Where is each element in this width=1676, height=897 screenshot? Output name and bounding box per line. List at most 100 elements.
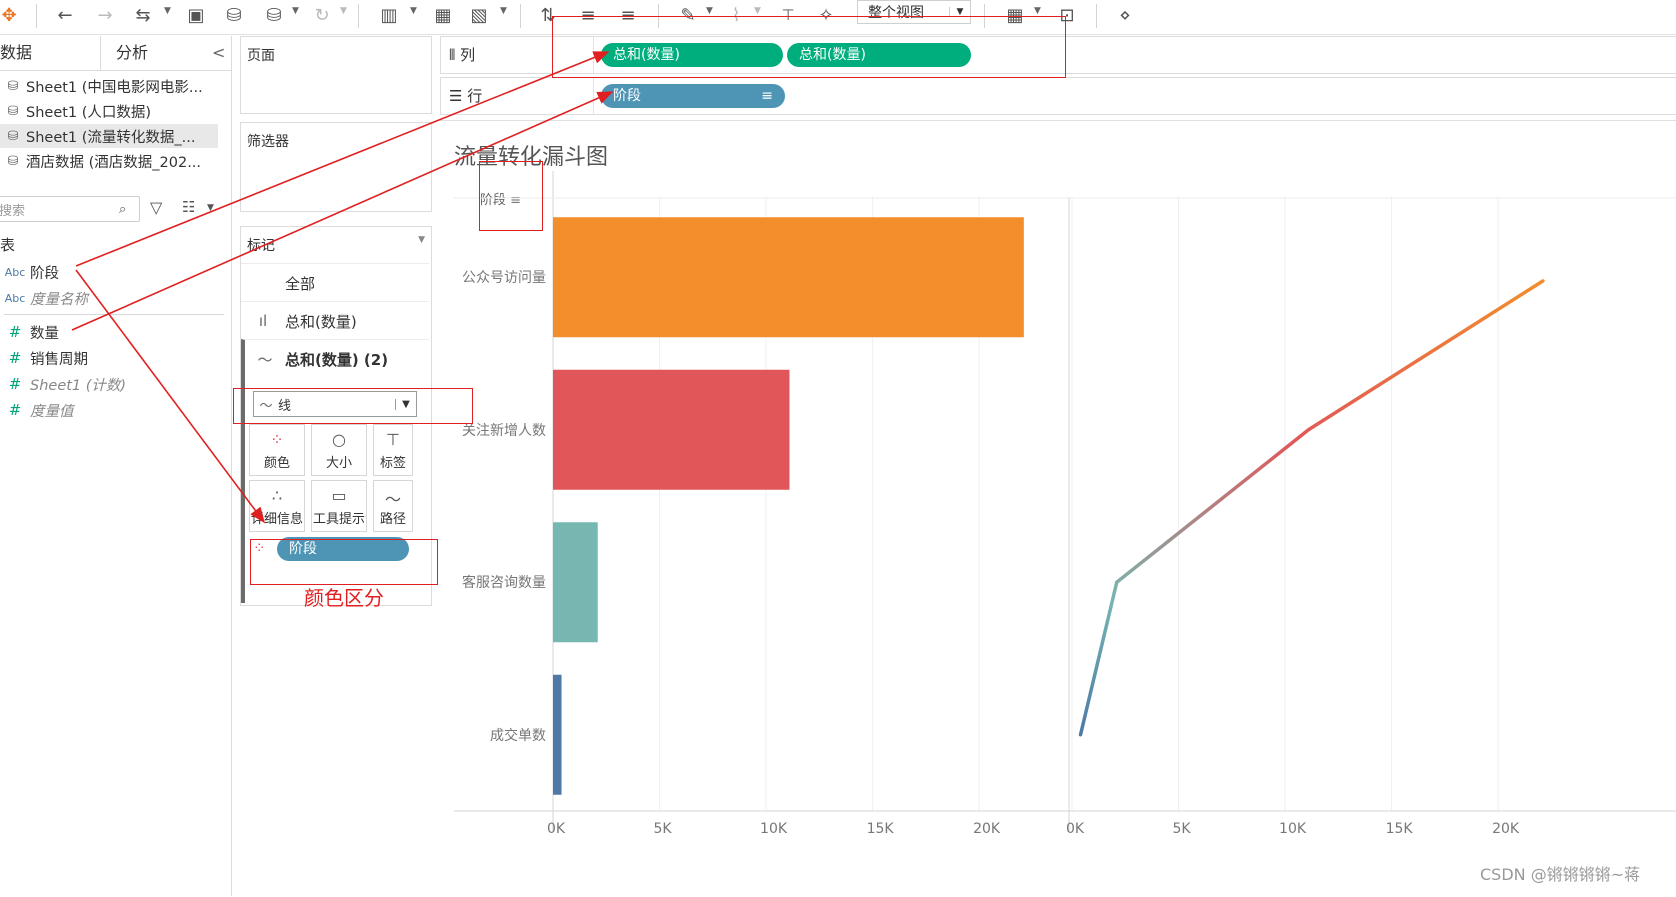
field-label: 数量 (30, 325, 59, 342)
bar (553, 217, 1024, 338)
marks-line-row[interactable]: 〜 总和(数量) (2) (241, 339, 429, 378)
field-type-number: # (8, 401, 22, 419)
share-icon[interactable]: ⋄ (1112, 2, 1138, 28)
detail-button[interactable]: ∴ 详细信息 (249, 480, 305, 532)
save-icon[interactable]: ▣ (184, 2, 208, 28)
datasource-item-selected[interactable]: ⛁ Sheet1 (流量转化数据_... (0, 124, 218, 148)
x2-tick-label: 10K (1279, 821, 1307, 837)
pages-shelf[interactable]: 页面 (240, 36, 432, 114)
rows-pill-stage[interactable]: 阶段 ≡ (601, 84, 785, 108)
size-button[interactable]: ○ 大小 (311, 424, 367, 476)
color-button[interactable]: ⁘ 颜色 (249, 424, 305, 476)
tables-section-label: 表 (0, 236, 16, 254)
label-button-label: 标签 (379, 456, 406, 471)
detail-icon: ∴ (271, 486, 283, 505)
tooltip-icon: ▭ (331, 486, 347, 505)
search-placeholder: 搜索 (0, 203, 26, 219)
new-sheet-icon[interactable]: ▥ (376, 2, 402, 28)
datasource-item[interactable]: ⛁ Sheet1 (中国电影网电影... (0, 74, 218, 98)
marks-card-title: 标记 (247, 238, 275, 254)
new-datasource-icon[interactable]: ⛁ (222, 2, 246, 28)
rows-shelf-label: ☰ 行 (449, 78, 482, 114)
field-type-string: Abc (4, 265, 26, 279)
field-label: Sheet1 (计数) (30, 377, 127, 394)
highlight-caret-icon[interactable]: ▼ (706, 6, 713, 16)
back-icon[interactable]: ← (52, 2, 78, 28)
columns-shelf-text: 列 (460, 46, 476, 64)
rows-shelf[interactable]: ☰ 行 阶段 ≡ (440, 77, 1676, 115)
sort-icon: ≡ (761, 88, 773, 104)
bar (553, 369, 790, 490)
label-button[interactable]: ⊤ 标签 (373, 424, 413, 476)
tab-analysis[interactable]: 分析 (116, 36, 196, 70)
field-search[interactable]: 搜索 ⌕ (0, 196, 140, 222)
line-series (1078, 279, 1545, 737)
path-icon: 〜 (384, 490, 401, 509)
search-icon[interactable]: ⌕ (119, 202, 139, 217)
datasource-icon: ⛁ (7, 103, 19, 119)
marks-collapse-icon[interactable]: ▼ (418, 235, 425, 255)
field-label: 阶段 (30, 265, 59, 282)
refresh-icon[interactable]: ↻ (310, 2, 334, 28)
toolbar-separator (36, 4, 37, 28)
detail-button-label: 详细信息 (250, 512, 303, 527)
show-me-caret-icon[interactable]: ▼ (1034, 6, 1041, 16)
field-item[interactable]: Abc 度量名称 (0, 286, 88, 310)
watermark: CSDN @锵锵锵锵~蒋 (1480, 865, 1641, 884)
text-label-icon: ⊤ (386, 430, 400, 449)
x-tick-label: 5K (653, 821, 672, 837)
color-button-label: 颜色 (263, 456, 290, 471)
toolbar-separator (358, 4, 359, 28)
field-item[interactable]: # 销售周期 (0, 346, 88, 370)
redo-caret-icon[interactable]: ▼ (164, 6, 171, 16)
forward-icon[interactable]: → (92, 2, 118, 28)
toolbar-separator (1096, 4, 1097, 28)
field-type-number: # (8, 375, 22, 393)
y-tick-label: 成交单数 (490, 727, 546, 744)
shelf-divider (593, 78, 594, 114)
datasource-item[interactable]: ⛁ 酒店数据 (酒店数据_202... (0, 149, 218, 173)
filters-shelf[interactable]: 筛选器 (240, 122, 432, 212)
tab-data[interactable]: 数据 (0, 36, 101, 70)
datasource-label: Sheet1 (人口数据) (26, 104, 152, 121)
y-tick-label: 客服咨询数量 (462, 575, 546, 592)
view-options-caret-icon[interactable]: ▼ (207, 203, 214, 213)
chart-svg (454, 171, 1676, 831)
attach-caret-icon[interactable]: ▼ (754, 6, 761, 16)
datasource-item[interactable]: ⛁ Sheet1 (人口数据) (0, 99, 218, 123)
clear-caret-icon[interactable]: ▼ (500, 6, 507, 16)
marks-all-row[interactable]: 全部 (241, 263, 429, 302)
marks-row-label: 全部 (285, 274, 316, 293)
pause-caret-icon[interactable]: ▼ (292, 6, 299, 16)
field-type-number: # (8, 349, 22, 367)
field-label: 度量值 (30, 403, 74, 420)
columns-icon: ⫴ (449, 46, 461, 64)
refresh-caret-icon[interactable]: ▼ (340, 6, 347, 16)
collapse-panel-icon[interactable]: < (212, 36, 226, 70)
duplicate-sheet-icon[interactable]: ▦ (430, 2, 456, 28)
list-view-icon[interactable]: ☷ (182, 198, 195, 216)
path-button[interactable]: 〜 路径 (373, 480, 413, 532)
bar (553, 674, 562, 795)
x2-tick-label: 0K (1066, 821, 1085, 837)
field-item[interactable]: # 数量 (0, 320, 59, 344)
field-type-number: # (8, 323, 22, 341)
tooltip-button[interactable]: ▭ 工具提示 (311, 480, 367, 532)
marks-bar-row[interactable]: ıl 总和(数量) (241, 301, 429, 340)
field-item[interactable]: # 度量值 (0, 398, 74, 422)
marks-row-label: 总和(数量) (285, 312, 357, 331)
redo-icon[interactable]: ⇆ (128, 2, 158, 28)
annotation-text: 颜色区分 (304, 586, 384, 610)
field-label: 度量名称 (30, 291, 88, 308)
x2-tick-label: 5K (1172, 821, 1191, 837)
clear-sheet-icon[interactable]: ▧ (466, 2, 492, 28)
new-sheet-caret-icon[interactable]: ▼ (410, 6, 417, 16)
field-item[interactable]: # Sheet1 (计数) (0, 372, 126, 396)
size-icon: ○ (332, 430, 346, 449)
filter-icon[interactable]: ▽ (150, 198, 162, 217)
pause-icon[interactable]: ⛁ (262, 2, 286, 28)
tableau-logo-icon[interactable]: ✥ (0, 2, 18, 28)
x2-tick-label: 15K (1385, 821, 1413, 837)
field-item[interactable]: Abc 阶段 (0, 260, 59, 284)
bar (553, 522, 598, 643)
